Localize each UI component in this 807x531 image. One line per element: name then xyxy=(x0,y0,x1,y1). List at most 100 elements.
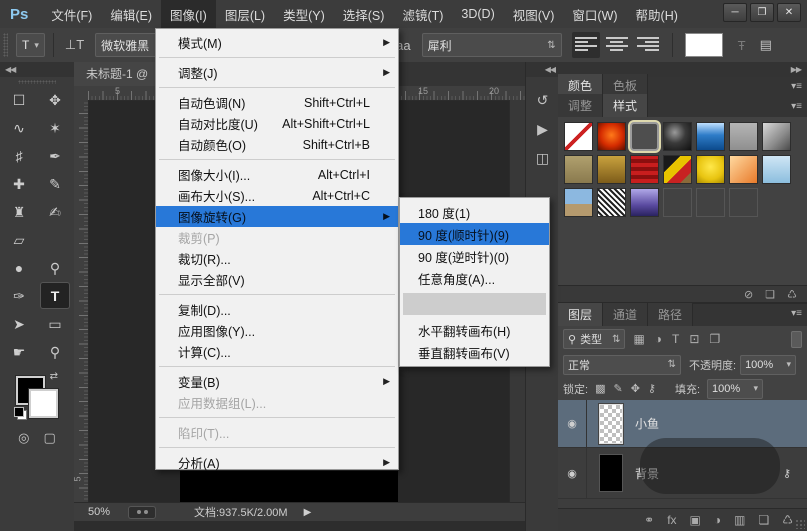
history-brush-tool[interactable]: ✍ xyxy=(41,199,69,224)
menubar-item[interactable]: 帮助(H) xyxy=(627,0,687,29)
menubar-item[interactable]: 编辑(E) xyxy=(101,0,161,29)
menubar-item[interactable]: 文件(F) xyxy=(42,0,101,29)
style-landscape[interactable] xyxy=(564,188,593,217)
menubar-item[interactable]: 图层(L) xyxy=(216,0,274,29)
style-orange-gradient[interactable] xyxy=(729,155,758,184)
menubar-item[interactable]: 窗口(W) xyxy=(563,0,626,29)
toolbox-collapse-button[interactable]: ◀◀ xyxy=(0,62,74,77)
brush-tool[interactable]: ✎ xyxy=(41,171,69,196)
maximize-button[interactable]: ❐ xyxy=(750,3,774,22)
submenu-item[interactable]: 90 度(顺时针)(9) xyxy=(400,223,549,245)
panel-tab[interactable]: 路径 xyxy=(648,303,693,326)
menubar-item[interactable]: 图像(I) xyxy=(161,0,216,29)
layer-filter-select[interactable]: ⚲ 类型 ⇅ xyxy=(563,329,625,349)
menubar-item[interactable]: 视图(V) xyxy=(504,0,564,29)
rectangular-marquee-tool[interactable]: ☐ xyxy=(5,87,33,112)
tool-preset-picker[interactable]: T ▾ xyxy=(16,33,45,57)
menu-item[interactable]: 图像旋转(G) ▶ xyxy=(156,206,398,227)
submenu-item[interactable]: 180 度(1) xyxy=(400,201,549,223)
delete-style-button[interactable]: ♺ xyxy=(787,288,797,301)
status-popup-arrow[interactable]: ▶ xyxy=(304,507,312,518)
style-multicolor[interactable] xyxy=(663,155,692,184)
hand-tool[interactable]: ☛ xyxy=(5,339,33,364)
toolbox-grip[interactable] xyxy=(18,80,56,84)
anti-alias-select[interactable]: 犀利 ⇅ xyxy=(422,33,562,57)
layer-row[interactable]: ◉ 小鱼 ⚷ xyxy=(558,400,807,448)
menu-item[interactable]: 模式(M) ▶ xyxy=(156,32,398,53)
shape-tool[interactable]: ▭ xyxy=(41,311,69,336)
submenu-item[interactable]: 垂直翻转画布(V) xyxy=(400,341,549,363)
filter-adjustment-layers-icon[interactable]: ◑ xyxy=(655,332,662,346)
style-flat-gray[interactable] xyxy=(729,122,758,151)
default-colors-icon[interactable] xyxy=(14,407,27,420)
close-button[interactable]: ✕ xyxy=(777,3,801,22)
filter-pixel-layers-icon[interactable]: ▦ xyxy=(633,332,644,346)
panel-tab[interactable]: 图层 xyxy=(558,303,603,326)
text-orientation-icon[interactable]: ⊥T xyxy=(65,37,84,53)
move-tool[interactable]: ✥ xyxy=(41,87,69,112)
window-resize-grip[interactable] xyxy=(795,519,805,529)
menu-item[interactable]: 裁切(R)... ▶ xyxy=(156,248,398,269)
type-tool[interactable]: T xyxy=(41,283,69,308)
menu-item[interactable]: 应用数据组(L)... ▶ xyxy=(156,392,398,413)
style-dark-sphere[interactable] xyxy=(663,122,692,151)
delete-layer-icon[interactable]: ♺ xyxy=(782,513,793,527)
panel-tab[interactable]: 调整 xyxy=(558,94,603,117)
menu-item[interactable]: 计算(C)... ▶ xyxy=(156,341,398,362)
new-group-icon[interactable]: ▥ xyxy=(734,513,745,527)
clear-style-button[interactable]: ⊘ xyxy=(744,288,753,301)
menu-item[interactable]: ▶ xyxy=(159,447,395,448)
menu-item[interactable]: ▶ xyxy=(159,294,395,295)
history-panel-icon[interactable]: ↺ xyxy=(528,87,557,113)
layer-thumbnail[interactable] xyxy=(599,404,623,444)
menu-item[interactable]: 调整(J) ▶ xyxy=(156,62,398,83)
zoom-tool[interactable]: ⚲ xyxy=(41,339,69,364)
align-right-button[interactable] xyxy=(634,32,662,58)
lock-all-icon[interactable]: ⚷ xyxy=(648,382,656,395)
clone-stamp-tool[interactable]: ♜ xyxy=(5,199,33,224)
style-red-glow[interactable] xyxy=(597,122,626,151)
blur-tool[interactable]: ● xyxy=(5,255,33,280)
menubar-item[interactable]: 滤镜(T) xyxy=(393,0,452,29)
add-layer-mask-icon[interactable]: ▣ xyxy=(690,513,701,527)
filter-smart-objects-icon[interactable]: ❐ xyxy=(709,332,720,346)
style-light-blue[interactable] xyxy=(762,155,791,184)
style-none[interactable] xyxy=(564,122,593,151)
style-bw-noise[interactable] xyxy=(597,188,626,217)
zoom-level-field[interactable]: 50% xyxy=(88,506,128,518)
layer-visibility-toggle[interactable]: ◉ xyxy=(558,448,587,498)
link-layers-icon[interactable]: ⚭ xyxy=(644,513,654,527)
pen-tool[interactable]: ✑ xyxy=(5,283,33,308)
style-tan[interactable] xyxy=(564,155,593,184)
style-yellow-button[interactable] xyxy=(696,155,725,184)
document-tab[interactable]: 未标题-1 @ xyxy=(74,62,161,86)
submenu-item[interactable]: 水平翻转画布(H) xyxy=(400,319,549,341)
menu-item[interactable]: 裁剪(P) ▶ xyxy=(156,227,398,248)
style-gray-bevel[interactable] xyxy=(762,122,791,151)
panel-tab[interactable]: 样式 xyxy=(603,94,648,117)
screen-mode-button[interactable]: ▢ xyxy=(44,430,56,446)
lasso-tool[interactable]: ∿ xyxy=(5,115,33,140)
menu-item[interactable]: ▶ xyxy=(159,57,395,58)
style-default-selected[interactable] xyxy=(630,122,659,151)
gradient-tool[interactable] xyxy=(41,227,69,252)
style-purple[interactable] xyxy=(630,188,659,217)
submenu-item[interactable] xyxy=(403,293,546,315)
menu-item[interactable]: 陷印(T)... ▶ xyxy=(156,422,398,443)
eraser-tool[interactable]: ▱ xyxy=(5,227,33,252)
style-empty-slot[interactable] xyxy=(663,188,692,217)
dodge-tool[interactable]: ⚲ xyxy=(41,255,69,280)
menu-item[interactable]: ▶ xyxy=(159,417,395,418)
eyedropper-tool[interactable]: ✒ xyxy=(41,143,69,168)
layer-visibility-toggle[interactable]: ◉ xyxy=(558,400,587,447)
canvas[interactable] xyxy=(180,471,398,502)
menu-item[interactable]: 图像大小(I)... Alt+Ctrl+I ▶ xyxy=(156,164,398,185)
submenu-item[interactable]: 任意角度(A)... xyxy=(400,267,549,289)
panel-menu-icon[interactable]: ▾≡ xyxy=(791,308,802,319)
actions-panel-icon[interactable]: ▶ xyxy=(528,116,557,142)
lock-position-icon[interactable]: ✥ xyxy=(631,382,640,395)
background-color-swatch[interactable] xyxy=(29,389,58,418)
filtering-toggle[interactable] xyxy=(791,331,802,348)
style-empty-slot[interactable] xyxy=(696,188,725,217)
quick-mask-button[interactable]: ◎ xyxy=(18,430,29,446)
